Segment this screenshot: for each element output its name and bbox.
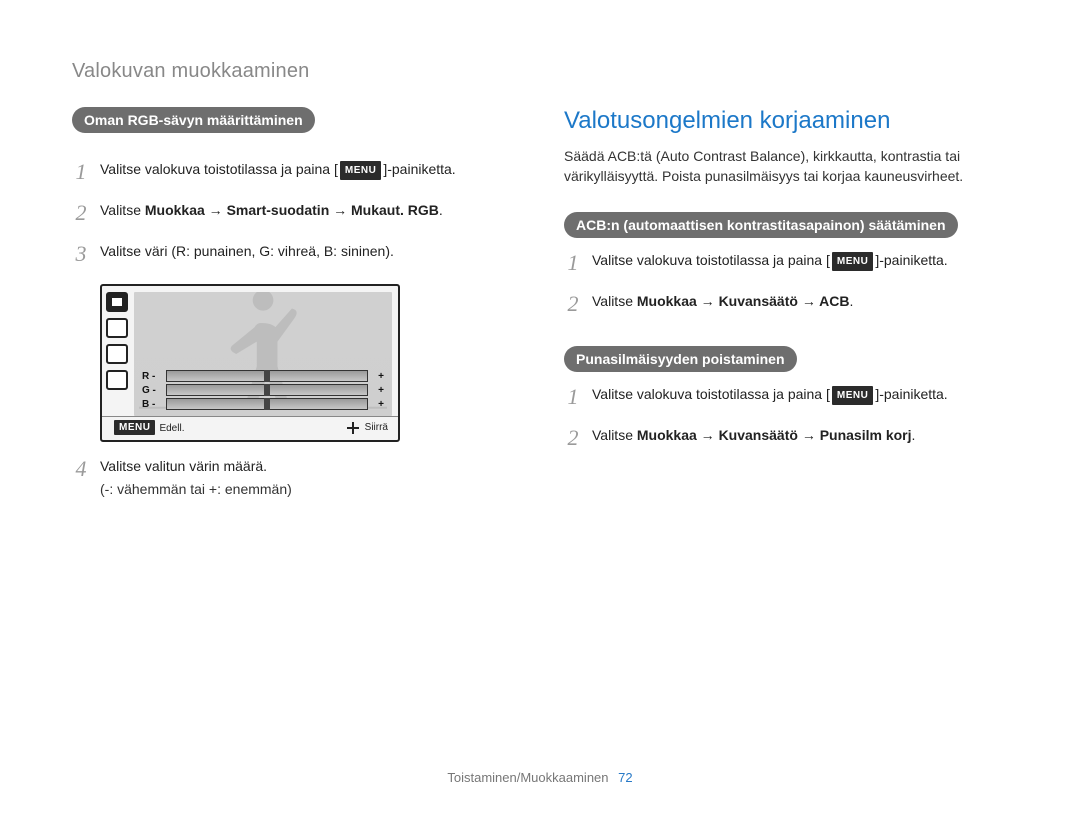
rgb-sliders: R - + G - + B - — [142, 370, 384, 410]
step-number: 1 — [564, 246, 582, 279]
step-number: 3 — [72, 237, 90, 270]
left-step-3: 3 Valitse väri (R: punainen, G: vihreä, … — [72, 241, 516, 270]
acb-badge: ACB:n (automaattisen kontrastitasapainon… — [564, 212, 958, 238]
menu-icon: MENU — [832, 386, 873, 405]
right-section-title: Valotusongelmien korjaaminen — [564, 107, 1008, 135]
lcd-sidebar — [102, 286, 132, 416]
rgb-badge: Oman RGB-sävyn määrittäminen — [72, 107, 315, 133]
slider-row-g: G - + — [142, 384, 384, 396]
step-number: 1 — [564, 380, 582, 413]
left-step-4: 4 Valitse valitun värin määrä. (-: vähem… — [72, 456, 516, 500]
menu-icon: MENU — [114, 420, 155, 435]
step-number: 2 — [564, 421, 582, 454]
slider-track — [166, 384, 368, 396]
step-text: Valitse Muokkaa → Kuvansäätö → ACB. — [592, 291, 1008, 312]
step-number: 4 — [72, 452, 90, 485]
page-footer: Toistaminen/Muokkaaminen 72 — [0, 770, 1080, 785]
slider-track — [166, 370, 368, 382]
page: Valokuvan muokkaaminen Oman RGB-sävyn mä… — [0, 0, 1080, 815]
step-number: 2 — [564, 287, 582, 320]
lcd-footer: MENUEdell. Siirrä — [102, 416, 398, 440]
step-text: Valitse väri (R: punainen, G: vihreä, B:… — [100, 241, 516, 262]
right-column: Valotusongelmien korjaaminen Säädä ACB:t… — [564, 107, 1008, 512]
redeye-step-2: 2 Valitse Muokkaa → Kuvansäätö → Punasil… — [564, 425, 1008, 454]
footer-page-number: 72 — [618, 770, 632, 785]
menu-icon: MENU — [832, 252, 873, 271]
footer-section: Toistaminen/Muokkaaminen — [447, 770, 608, 785]
acb-step-2: 2 Valitse Muokkaa → Kuvansäätö → ACB. — [564, 291, 1008, 320]
lcd-mode-icon — [106, 370, 128, 390]
lcd-back: MENUEdell. — [112, 420, 184, 435]
slider-track — [166, 398, 368, 410]
slider-row-r: R - + — [142, 370, 384, 382]
menu-icon: MENU — [340, 161, 381, 180]
step-text: Valitse valokuva toistotilassa ja paina … — [592, 384, 1008, 405]
right-intro: Säädä ACB:tä (Auto Contrast Balance), ki… — [564, 147, 1008, 186]
step-number: 1 — [72, 155, 90, 188]
step-text: Valitse valokuva toistotilassa ja paina … — [100, 159, 516, 180]
slider-row-b: B - + — [142, 398, 384, 410]
breadcrumb: Valokuvan muokkaaminen — [72, 60, 1008, 83]
lcd-mode-icon — [106, 292, 128, 312]
step-text: Valitse Muokkaa → Smart-suodatin → Mukau… — [100, 200, 516, 221]
lcd-illustration: R - + G - + B - — [100, 284, 400, 442]
left-column: Oman RGB-sävyn määrittäminen 1 Valitse v… — [72, 107, 516, 512]
step-text: Valitse valokuva toistotilassa ja paina … — [592, 250, 1008, 271]
acb-step-1: 1 Valitse valokuva toistotilassa ja pain… — [564, 250, 1008, 279]
left-step-2: 2 Valitse Muokkaa → Smart-suodatin → Muk… — [72, 200, 516, 229]
lcd-viewport: R - + G - + B - — [134, 292, 392, 416]
lcd-mode-icon — [106, 318, 128, 338]
redeye-step-1: 1 Valitse valokuva toistotilassa ja pain… — [564, 384, 1008, 413]
lcd-move: Siirrä — [347, 422, 388, 434]
step-text: Valitse valitun värin määrä. (-: vähemmä… — [100, 456, 516, 500]
navigator-icon — [347, 422, 359, 434]
left-step-1: 1 Valitse valokuva toistotilassa ja pain… — [72, 159, 516, 188]
redeye-badge: Punasilmäisyyden poistaminen — [564, 346, 797, 372]
step-number: 2 — [72, 196, 90, 229]
content-columns: Oman RGB-sävyn määrittäminen 1 Valitse v… — [72, 107, 1008, 512]
step-text: Valitse Muokkaa → Kuvansäätö → Punasilm … — [592, 425, 1008, 446]
lcd-mode-icon — [106, 344, 128, 364]
